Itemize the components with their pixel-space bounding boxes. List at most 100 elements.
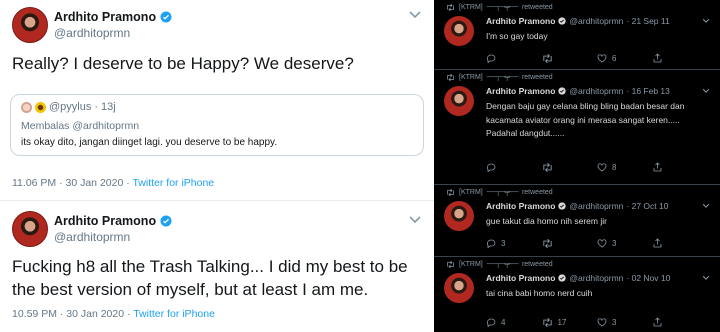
- verified-badge-icon: [558, 87, 567, 95]
- tweet-actions: 4 17 3: [486, 317, 708, 327]
- chevron-down-icon[interactable]: [702, 88, 710, 94]
- tweet-header: Ardhito Pramono @ardhitoprmn · 27 Oct 10: [486, 201, 668, 211]
- tweet-date[interactable]: · 16 Feb 13: [626, 86, 669, 96]
- user-handle[interactable]: @ardhitoprmn: [54, 26, 172, 40]
- tweet-1[interactable]: Ardhito Pramono @ardhitoprmn Really? I d…: [0, 0, 434, 201]
- share-icon: [653, 53, 661, 63]
- avatar[interactable]: [12, 7, 48, 43]
- like-button[interactable]: 3: [597, 318, 653, 327]
- tweet-header: Ardhito Pramono @ardhitoprmn: [54, 214, 172, 244]
- tweet-header: Ardhito Pramono @ardhitoprmn · 16 Feb 13: [486, 86, 670, 96]
- quote-reply-to: Membalas @ardhitoprmn: [21, 120, 140, 132]
- share-icon: [653, 238, 661, 248]
- retweet-indicator: [KTRM] ──┬─╤── retweeted: [446, 189, 553, 196]
- verified-badge-icon: [160, 11, 172, 23]
- display-name[interactable]: Ardhito Pramono: [486, 273, 555, 283]
- verified-badge-icon: [160, 215, 172, 227]
- avatar[interactable]: [444, 16, 474, 46]
- verified-badge-icon: [558, 17, 567, 25]
- tweet-text: tai cina babi homo nerd cuih: [486, 288, 593, 298]
- retweet-button[interactable]: [542, 53, 598, 63]
- display-name[interactable]: Ardhito Pramono: [486, 86, 555, 96]
- display-name[interactable]: Ardhito Pramono: [486, 201, 555, 211]
- like-icon: [597, 162, 607, 171]
- avatar[interactable]: [444, 273, 474, 303]
- retweet-icon: [542, 162, 552, 172]
- quoted-tweet[interactable]: @pyylus · 13j Membalas @ardhitoprmn its …: [10, 94, 424, 156]
- avatar[interactable]: [12, 211, 48, 247]
- tweet-source-link[interactable]: Twitter for iPhone: [133, 308, 215, 320]
- avatar[interactable]: [444, 86, 474, 116]
- retweet-button[interactable]: [542, 162, 598, 172]
- like-button[interactable]: 8: [597, 163, 653, 172]
- reply-icon: [487, 163, 496, 172]
- like-icon: [597, 238, 607, 247]
- retweet-icon: [542, 53, 552, 63]
- retweet-indicator: [KTRM] ──┬─╤── retweeted: [446, 261, 553, 268]
- reply-button[interactable]: 4: [486, 318, 542, 327]
- tweet-source-link[interactable]: Twitter for iPhone: [132, 177, 214, 189]
- reply-button[interactable]: [486, 54, 542, 63]
- tweet-text: Fucking h8 all the Trash Talking... I di…: [12, 257, 408, 299]
- retweet-indicator: [KTRM] ──┬─╤── retweeted: [446, 4, 553, 11]
- share-button[interactable]: [653, 162, 709, 172]
- tweet-header: Ardhito Pramono @ardhitoprmn · 21 Sep 11: [486, 16, 670, 26]
- tweet-2[interactable]: Ardhito Pramono @ardhitoprmn Fucking h8 …: [0, 201, 434, 332]
- tweet-date[interactable]: · 02 Nov 10: [626, 273, 670, 283]
- share-icon: [653, 162, 661, 172]
- reply-icon: [487, 239, 496, 248]
- share-icon: [653, 317, 661, 327]
- retweet-icon: [447, 261, 454, 268]
- retweet-button[interactable]: 17: [542, 317, 598, 327]
- tweet-actions: 3 3: [486, 238, 708, 248]
- reply-button[interactable]: [486, 163, 542, 172]
- quote-text: its okay dito, jangan diinget lagi. you …: [21, 137, 278, 148]
- chevron-down-icon[interactable]: [702, 203, 710, 209]
- light-tweet-column: Ardhito Pramono @ardhitoprmn Really? I d…: [0, 0, 434, 332]
- tweet-text: gue takut dia homo nih serem jir: [486, 216, 607, 226]
- retweeted-tweet[interactable]: [KTRM] ──┬─╤── retweeted Ardhito Pramono…: [434, 185, 720, 257]
- user-handle[interactable]: @ardhitoprmn: [569, 16, 623, 26]
- share-button[interactable]: [653, 238, 709, 248]
- tweet-text: I'm so gay today: [486, 31, 548, 41]
- user-handle[interactable]: @ardhitoprmn: [569, 273, 623, 283]
- dark-tweet-column: [KTRM] ──┬─╤── retweeted Ardhito Pramono…: [434, 0, 720, 332]
- retweeted-tweet[interactable]: [KTRM] ──┬─╤── retweeted Ardhito Pramono…: [434, 257, 720, 332]
- reply-button[interactable]: 3: [486, 239, 542, 248]
- chevron-down-icon[interactable]: [702, 18, 710, 24]
- display-name[interactable]: Ardhito Pramono: [54, 214, 156, 228]
- user-handle[interactable]: @ardhitoprmn: [54, 230, 172, 244]
- tweet-text: Dengan baju gay celana bling bling badan…: [486, 101, 685, 138]
- like-icon: [597, 53, 607, 62]
- share-button[interactable]: [653, 317, 709, 327]
- tweet-date[interactable]: · 21 Sep 11: [626, 16, 669, 26]
- share-button[interactable]: [653, 53, 709, 63]
- avatar[interactable]: [444, 201, 474, 231]
- quote-avatar: [21, 101, 32, 113]
- quote-handle: @pyylus: [49, 101, 92, 113]
- chevron-down-icon[interactable]: [408, 215, 422, 225]
- tweet-actions: 8: [486, 162, 708, 172]
- chevron-down-icon[interactable]: [702, 275, 710, 281]
- user-handle[interactable]: @ardhitoprmn: [569, 86, 623, 96]
- tweet-header: Ardhito Pramono @ardhitoprmn: [54, 10, 172, 40]
- retweeted-tweet[interactable]: [KTRM] ──┬─╤── retweeted Ardhito Pramono…: [434, 0, 720, 70]
- reply-icon: [487, 54, 496, 63]
- tweet-actions: 6: [486, 53, 708, 63]
- verified-badge-icon: [558, 202, 567, 210]
- display-name[interactable]: Ardhito Pramono: [486, 16, 555, 26]
- like-icon: [597, 317, 607, 326]
- tweet-text: Really? I deserve to be Happy? We deserv…: [12, 54, 354, 73]
- retweet-icon: [447, 74, 454, 81]
- like-button[interactable]: 3: [597, 239, 653, 248]
- retweet-indicator: [KTRM] ──┬─╤── retweeted: [446, 74, 553, 81]
- like-button[interactable]: 6: [597, 54, 653, 63]
- retweeted-tweet[interactable]: [KTRM] ──┬─╤── retweeted Ardhito Pramono…: [434, 70, 720, 185]
- quote-time: 13j: [101, 101, 116, 113]
- tweet-date[interactable]: · 27 Oct 10: [626, 201, 668, 211]
- tweet-header: Ardhito Pramono @ardhitoprmn · 02 Nov 10: [486, 273, 670, 283]
- retweet-button[interactable]: [542, 238, 598, 248]
- user-handle[interactable]: @ardhitoprmn: [569, 201, 623, 211]
- display-name[interactable]: Ardhito Pramono: [54, 10, 156, 24]
- chevron-down-icon[interactable]: [408, 10, 422, 20]
